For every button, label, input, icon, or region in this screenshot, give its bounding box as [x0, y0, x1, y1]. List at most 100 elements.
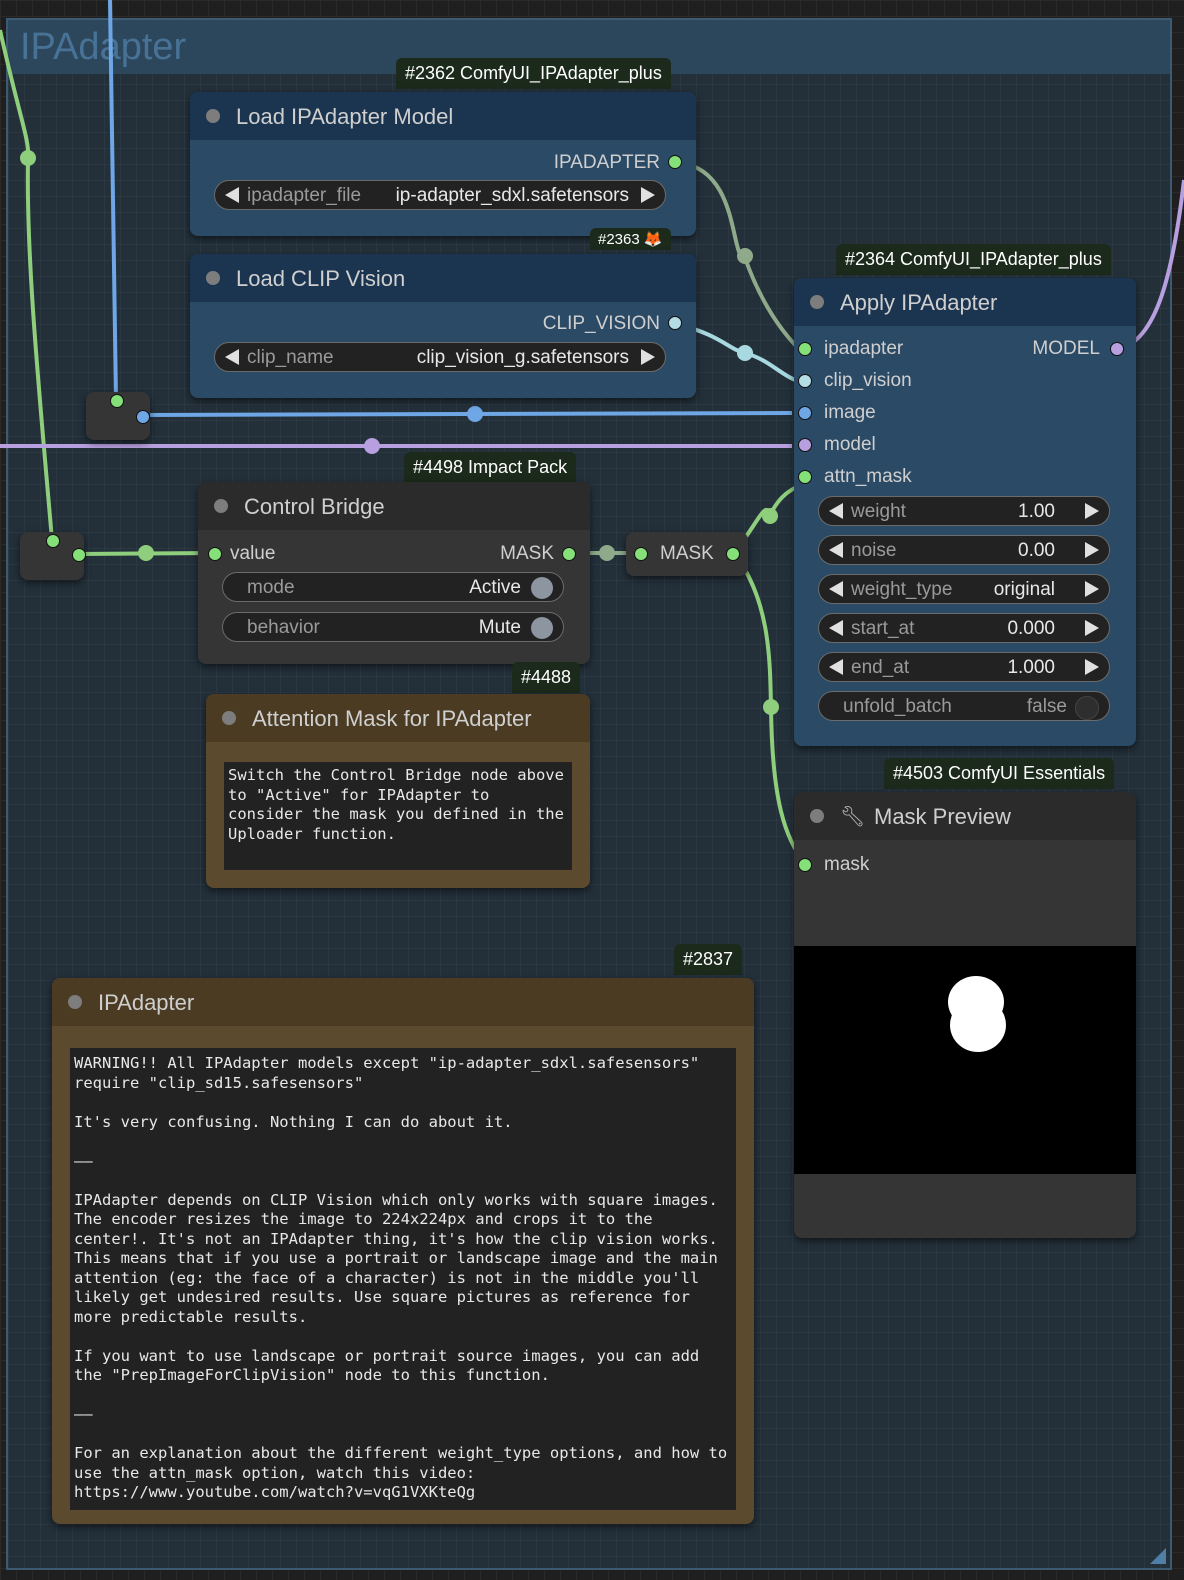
input-label-clip-vision: clip_vision [824, 370, 912, 391]
collapse-dot[interactable] [68, 995, 82, 1009]
node-header[interactable]: Load CLIP Vision [190, 254, 696, 302]
node-title: Attention Mask for IPAdapter [252, 706, 532, 731]
number-start-at[interactable]: start_at 0.000 [818, 613, 1110, 643]
node-header[interactable]: Control Bridge [198, 482, 590, 530]
decrement-arrow-icon[interactable] [829, 620, 843, 636]
toggle-behavior[interactable]: behavior Mute [222, 612, 564, 642]
widget-value: 0.000 [1007, 618, 1055, 639]
node-title: Load CLIP Vision [236, 266, 406, 291]
increment-arrow-icon[interactable] [641, 187, 655, 203]
toggle-knob[interactable] [531, 617, 553, 639]
toggle-knob[interactable] [1075, 696, 1099, 720]
collapse-dot[interactable] [810, 295, 824, 309]
increment-arrow-icon[interactable] [1085, 659, 1099, 675]
wire-midpoint [364, 438, 380, 454]
increment-arrow-icon[interactable] [1085, 503, 1099, 519]
number-noise[interactable]: noise 0.00 [818, 535, 1110, 565]
output-label-mask: MASK [500, 543, 554, 564]
node-title: Load IPAdapter Model [236, 104, 454, 129]
number-end-at[interactable]: end_at 1.000 [818, 652, 1110, 682]
note-textarea[interactable]: WARNING!! All IPAdapter models except "i… [70, 1048, 736, 1510]
output-port-mask[interactable] [562, 547, 576, 561]
reroute-node-mask[interactable]: MASK [626, 532, 748, 576]
node-note-attention-mask[interactable]: Attention Mask for IPAdapter Switch the … [206, 694, 590, 888]
node-header[interactable]: Load IPAdapter Model [190, 92, 696, 140]
node-header[interactable]: Attention Mask for IPAdapter [206, 694, 590, 742]
combo-ipadapter-file[interactable]: ipadapter_file ip-adapter_sdxl.safetenso… [214, 180, 666, 210]
widget-label: mode [247, 577, 295, 598]
wire-midpoint [762, 508, 778, 524]
toggle-mode[interactable]: mode Active [222, 572, 564, 602]
node-badge: #4488 [512, 662, 581, 693]
input-port-image[interactable] [798, 406, 812, 420]
input-port-mask[interactable] [798, 858, 812, 872]
reroute-label: MASK [660, 543, 714, 564]
increment-arrow-icon[interactable] [641, 349, 655, 365]
input-label-ipadapter: ipadapter [824, 338, 904, 359]
output-port-clip-vision[interactable] [668, 316, 682, 330]
node-load-ipadapter-model[interactable]: Load IPAdapter Model IPADAPTER ipadapter… [190, 92, 696, 236]
reroute-input-port[interactable] [110, 394, 124, 408]
input-label-attn-mask: attn_mask [824, 466, 912, 487]
node-control-bridge[interactable]: Control Bridge value MASK mode Active be… [198, 482, 590, 664]
collapse-dot[interactable] [810, 809, 824, 823]
toggle-knob[interactable] [531, 577, 553, 599]
output-port-ipadapter[interactable] [668, 155, 682, 169]
reroute-input-port[interactable] [634, 547, 648, 561]
node-mask-preview[interactable]: 🔧︎ Mask Preview mask [794, 792, 1136, 1238]
node-header[interactable]: IPAdapter [52, 978, 754, 1026]
toggle-unfold-batch[interactable]: unfold_batch false [818, 691, 1110, 721]
node-title: Apply IPAdapter [840, 290, 998, 315]
widget-label: weight_type [851, 579, 953, 600]
input-port-model[interactable] [798, 438, 812, 452]
node-header[interactable]: Apply IPAdapter [794, 278, 1136, 326]
widget-value: Mute [478, 617, 521, 638]
decrement-arrow-icon[interactable] [829, 542, 843, 558]
collapse-dot[interactable] [222, 711, 236, 725]
node-note-ipadapter[interactable]: IPAdapter WARNING!! All IPAdapter models… [52, 978, 754, 1524]
reroute-output-port[interactable] [136, 410, 150, 424]
node-apply-ipadapter[interactable]: Apply IPAdapter ipadapter clip_vision im… [794, 278, 1136, 746]
reroute-output-port[interactable] [726, 547, 740, 561]
output-label-model: MODEL [1032, 338, 1100, 359]
node-header[interactable]: 🔧︎ Mask Preview [794, 792, 1136, 840]
collapse-dot[interactable] [206, 109, 220, 123]
node-badge: #2363 🦊 [590, 228, 671, 250]
input-port-ipadapter[interactable] [798, 342, 812, 356]
decrement-arrow-icon[interactable] [225, 187, 239, 203]
input-label-model: model [824, 434, 876, 455]
wire-blue-vertical [108, 0, 118, 401]
node-load-clip-vision[interactable]: Load CLIP Vision CLIP_VISION clip_name c… [190, 254, 696, 398]
node-badge: #4503 ComfyUI Essentials [884, 758, 1115, 789]
decrement-arrow-icon[interactable] [225, 349, 239, 365]
node-badge: #4498 Impact Pack [404, 452, 577, 483]
widget-value: Active [469, 577, 521, 598]
increment-arrow-icon[interactable] [1085, 542, 1099, 558]
node-title: Mask Preview [874, 804, 1011, 829]
combo-weight-type[interactable]: weight_type original [818, 574, 1110, 604]
reroute-input-port[interactable] [46, 534, 60, 548]
output-port-model[interactable] [1110, 342, 1124, 356]
increment-arrow-icon[interactable] [1085, 620, 1099, 636]
reroute-output-port[interactable] [72, 548, 86, 562]
widget-label: ipadapter_file [247, 185, 362, 206]
node-title: Control Bridge [244, 494, 385, 519]
wire-midpoint [467, 406, 483, 422]
decrement-arrow-icon[interactable] [829, 659, 843, 675]
reroute-node-green[interactable] [20, 532, 86, 580]
collapse-dot[interactable] [206, 271, 220, 285]
input-port-attn-mask[interactable] [798, 470, 812, 484]
input-port-clip-vision[interactable] [798, 374, 812, 388]
mask-shape [950, 998, 1006, 1052]
combo-clip-name[interactable]: clip_name clip_vision_g.safetensors [214, 342, 666, 372]
collapse-dot[interactable] [214, 499, 228, 513]
node-badge: #2362 ComfyUI_IPAdapter_plus [396, 58, 671, 89]
note-textarea[interactable]: Switch the Control Bridge node above to … [224, 762, 572, 870]
reroute-node-blue[interactable] [86, 392, 150, 440]
wire-midpoint [138, 545, 154, 561]
input-port-value[interactable] [208, 547, 222, 561]
number-weight[interactable]: weight 1.00 [818, 496, 1110, 526]
decrement-arrow-icon[interactable] [829, 503, 843, 519]
decrement-arrow-icon[interactable] [829, 581, 843, 597]
increment-arrow-icon[interactable] [1085, 581, 1099, 597]
